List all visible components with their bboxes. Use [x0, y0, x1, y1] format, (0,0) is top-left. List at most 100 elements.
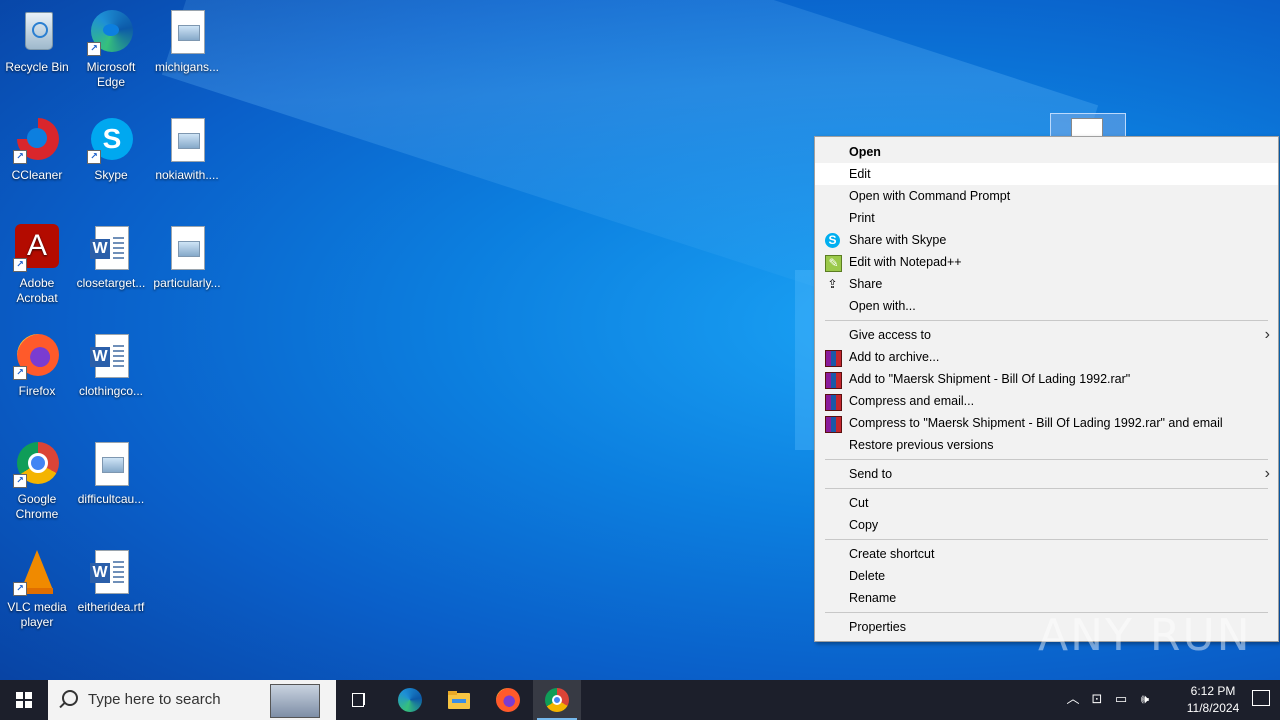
menu-item-edit[interactable]: Edit — [815, 163, 1278, 185]
taskbar-firefox-button[interactable] — [484, 680, 532, 720]
taskbar-edge-button[interactable] — [386, 680, 434, 720]
menu-item-label: Copy — [849, 518, 879, 532]
desktop-icon-microsoft-edge[interactable]: ↗ Microsoft Edge — [74, 8, 148, 90]
desktop-icon-label: eitheridea.rtf — [77, 600, 145, 614]
menu-item-label: Open with Command Prompt — [849, 189, 1011, 203]
menu-item-open[interactable]: Open — [815, 141, 1278, 163]
menu-item-label: Restore previous versions — [849, 438, 994, 452]
menu-item-label: Cut — [849, 496, 869, 510]
menu-item-share-with-skype[interactable]: S Share with Skype — [815, 229, 1278, 251]
desktop-icon-label: Recycle Bin — [5, 60, 69, 74]
desktop-icon-clothingco[interactable]: W clothingco... — [74, 332, 148, 399]
desktop-icon-ccleaner[interactable]: ↗ CCleaner — [0, 116, 74, 183]
menu-item-open-with-command-prompt[interactable]: Open with Command Prompt — [815, 185, 1278, 207]
search-highlight-image — [270, 684, 320, 718]
desktop-icon-difficultcau[interactable]: difficultcau... — [74, 440, 148, 507]
desktop-icon-firefox[interactable]: ↗ Firefox — [0, 332, 74, 399]
menu-separator — [825, 320, 1268, 321]
chrome-icon — [545, 688, 569, 712]
device-icon[interactable]: ⊡ — [1088, 690, 1106, 708]
shortcut-arrow-icon: ↗ — [13, 582, 27, 596]
menu-item-label: Delete — [849, 569, 886, 583]
image-file-icon — [163, 8, 211, 56]
desktop-icon-label: difficultcau... — [77, 492, 145, 506]
winrar-icon — [825, 416, 842, 433]
windows-logo-icon — [16, 692, 32, 708]
menu-separator — [825, 459, 1268, 460]
menu-item-add-to-rar[interactable]: Add to "Maersk Shipment - Bill Of Lading… — [815, 368, 1278, 390]
word-doc-icon: W — [87, 332, 135, 380]
menu-item-label: Edit — [849, 167, 871, 181]
desktop-icon-google-chrome[interactable]: ↗ Google Chrome — [0, 440, 74, 522]
ccleaner-icon: ↗ — [13, 116, 61, 164]
word-doc-icon: W — [87, 548, 135, 596]
desktop-icon-eitheridea[interactable]: W eitheridea.rtf — [74, 548, 148, 615]
word-doc-icon: W — [87, 224, 135, 272]
desktop-icon-adobe-acrobat[interactable]: A ↗ Adobe Acrobat — [0, 224, 74, 306]
chevron-right-icon: › — [1264, 326, 1270, 343]
search-icon — [62, 690, 78, 706]
share-icon: ⇪ — [827, 277, 838, 291]
chevron-right-icon: › — [1264, 465, 1270, 482]
menu-item-restore-previous-versions[interactable]: Restore previous versions — [815, 434, 1278, 456]
taskbar: Type here to search ︿ ⊡ ▭ 🕪 6:12 PM 11/8… — [0, 680, 1280, 720]
desktop-icon-skype[interactable]: S ↗ Skype — [74, 116, 148, 183]
menu-item-label: Add to "Maersk Shipment - Bill Of Lading… — [849, 372, 1131, 386]
volume-icon[interactable]: 🕪 — [1136, 690, 1154, 708]
desktop-icon-recycle-bin[interactable]: Recycle Bin — [0, 8, 74, 75]
network-icon[interactable]: ▭ — [1112, 690, 1130, 708]
menu-item-compress-to-rar-and-email[interactable]: Compress to "Maersk Shipment - Bill Of L… — [815, 412, 1278, 434]
menu-item-print[interactable]: Print — [815, 207, 1278, 229]
menu-item-label: Share — [849, 277, 883, 291]
desktop-icon-label: Skype — [94, 168, 128, 182]
menu-item-label: Compress to "Maersk Shipment - Bill Of L… — [849, 416, 1223, 430]
desktop-icon-label: Firefox — [18, 384, 56, 398]
taskbar-clock[interactable]: 6:12 PM 11/8/2024 — [1178, 683, 1248, 717]
menu-item-edit-with-notepad[interactable]: ✎ Edit with Notepad++ — [815, 251, 1278, 273]
desktop-icon-vlc[interactable]: ↗ VLC media player — [0, 548, 74, 630]
taskbar-chrome-button[interactable] — [533, 680, 581, 720]
image-file-icon — [163, 116, 211, 164]
desktop-icon-label: clothingco... — [78, 384, 144, 398]
menu-item-open-with[interactable]: Open with... — [815, 295, 1278, 317]
start-button[interactable] — [0, 680, 48, 720]
menu-item-create-shortcut[interactable]: Create shortcut — [815, 543, 1278, 565]
menu-item-add-to-archive[interactable]: Add to archive... — [815, 346, 1278, 368]
system-tray: ︿ ⊡ ▭ 🕪 6:12 PM 11/8/2024 — [1060, 680, 1280, 720]
menu-item-rename[interactable]: Rename — [815, 587, 1278, 609]
edge-icon: ↗ — [87, 8, 135, 56]
menu-item-compress-and-email[interactable]: Compress and email... — [815, 390, 1278, 412]
desktop-icon-label: closetarget... — [76, 276, 146, 290]
vlc-icon: ↗ — [13, 548, 61, 596]
menu-item-label: Give access to — [849, 328, 931, 342]
task-view-button[interactable] — [336, 680, 384, 720]
menu-item-label: Edit with Notepad++ — [849, 255, 962, 269]
menu-item-label: Rename — [849, 591, 897, 605]
desktop-icon-particularly[interactable]: particularly... — [150, 224, 224, 291]
menu-item-copy[interactable]: Copy — [815, 514, 1278, 536]
menu-item-send-to[interactable]: Send to › — [815, 463, 1278, 485]
desktop-icon-label: Microsoft Edge — [86, 60, 136, 89]
menu-separator — [825, 488, 1268, 489]
desktop-icon-label: michigans... — [154, 60, 220, 74]
desktop-icon-nokiawith[interactable]: nokiawith.... — [150, 116, 224, 183]
task-view-icon — [348, 688, 372, 712]
menu-item-delete[interactable]: Delete — [815, 565, 1278, 587]
chevron-up-icon[interactable]: ︿ — [1064, 690, 1082, 708]
acrobat-icon: A ↗ — [13, 224, 61, 272]
menu-item-cut[interactable]: Cut — [815, 492, 1278, 514]
notepad-plus-plus-icon: ✎ — [825, 255, 842, 272]
menu-item-give-access-to[interactable]: Give access to › — [815, 324, 1278, 346]
desktop-icon-closetarget[interactable]: W closetarget... — [74, 224, 148, 291]
winrar-icon — [825, 372, 842, 389]
shortcut-arrow-icon: ↗ — [87, 42, 101, 56]
taskbar-search-box[interactable]: Type here to search — [48, 680, 336, 720]
desktop-icon-label: nokiawith.... — [155, 168, 219, 182]
desktop-icon-michigans[interactable]: michigans... — [150, 8, 224, 75]
shortcut-arrow-icon: ↗ — [87, 150, 101, 164]
menu-item-share[interactable]: ⇪ Share — [815, 273, 1278, 295]
menu-item-label: Send to — [849, 467, 893, 481]
desktop[interactable]: Recycle Bin ↗ CCleaner A ↗ Adobe Acrobat… — [0, 0, 1280, 720]
notification-center-icon[interactable] — [1252, 690, 1270, 706]
taskbar-file-explorer-button[interactable] — [435, 680, 483, 720]
